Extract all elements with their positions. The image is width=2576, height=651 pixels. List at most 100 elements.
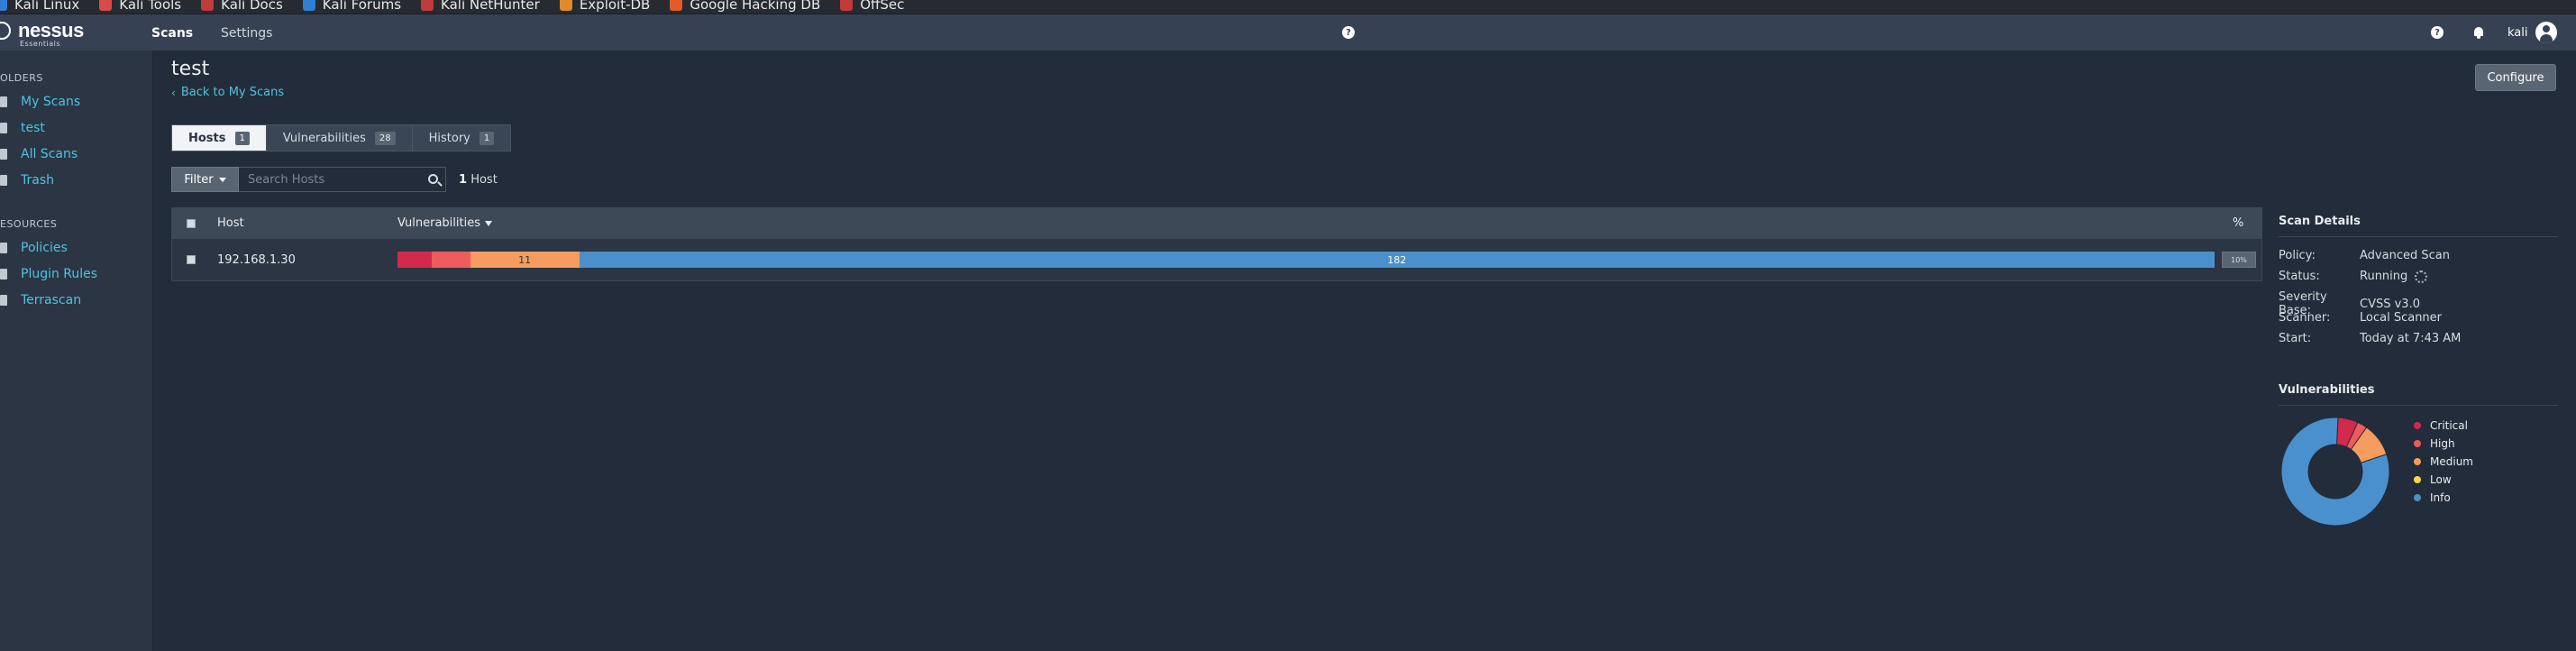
host-count-number: 1 (459, 172, 468, 187)
legend-item-low[interactable]: Low (2414, 471, 2473, 489)
nav-tab-scans[interactable]: Scans (151, 26, 193, 41)
bookmark-favicon-icon (840, 0, 854, 11)
logo-edition: Essentials (20, 40, 61, 48)
vulnerabilities-legend: Critical High Medium Low Info (2414, 417, 2473, 507)
column-header-vulnerabilities[interactable]: Vulnerabilities (397, 216, 492, 230)
tab-hosts[interactable]: Hosts 1 (171, 124, 267, 151)
sidebar-item-policies[interactable]: Policies (0, 239, 68, 257)
legend-label: Low (2430, 473, 2452, 486)
legend-item-critical[interactable]: Critical (2414, 417, 2473, 435)
tab-history[interactable]: History 1 (411, 124, 512, 151)
scan-detail-value-text: Advanced Scan (2360, 249, 2450, 262)
scan-detail-row: Start: Today at 7:43 AM (2279, 332, 2461, 345)
sidebar-item-test[interactable]: test (0, 119, 45, 137)
username[interactable]: kali (2507, 26, 2528, 40)
bookmark-favicon-icon (421, 0, 434, 11)
tab-count-badge: 1 (479, 131, 495, 145)
bookmark-item[interactable]: Kali NetHunter (421, 0, 540, 13)
scan-detail-key: Policy: (2279, 249, 2316, 262)
host-ip[interactable]: 192.168.1.30 (217, 253, 296, 267)
column-header-host[interactable]: Host (217, 216, 244, 230)
sidebar-item-trash[interactable]: Trash (0, 171, 54, 189)
logo-ring-icon (0, 22, 11, 40)
scan-detail-row: Policy: Advanced Scan (2279, 249, 2450, 262)
vulnerabilities-divider (2279, 405, 2558, 406)
scan-details-heading: Scan Details (2279, 215, 2361, 228)
bookmark-label: Kali Docs (221, 0, 283, 13)
legend-label: Medium (2430, 455, 2473, 468)
column-header-percent[interactable]: % (2233, 216, 2243, 230)
sort-desc-icon (484, 220, 492, 226)
sidebar-item-plugin-rules[interactable]: Plugin Rules (0, 265, 97, 283)
user-avatar-icon[interactable] (2535, 22, 2557, 43)
bookmark-favicon-icon (302, 0, 315, 11)
search-hosts-box[interactable] (239, 167, 446, 192)
notifications-bell-icon[interactable] (2472, 26, 2485, 39)
vulnerability-segment-info[interactable]: 182 (579, 252, 2215, 268)
scan-detail-value-text: Today at 7:43 AM (2360, 332, 2462, 345)
caret-down-icon (218, 177, 226, 182)
sidebar-item-my-scans[interactable]: My Scans (0, 93, 80, 111)
legend-item-medium[interactable]: Medium (2414, 453, 2473, 471)
vulnerabilities-donut-chart[interactable] (2279, 415, 2392, 528)
sidebar-item-terrascan[interactable]: Terrascan (0, 291, 81, 309)
back-to-my-scans-link[interactable]: ‹ Back to My Scans (171, 86, 284, 99)
running-spinner-icon (2415, 270, 2428, 283)
bookmark-favicon-icon (559, 0, 572, 11)
top-nav: nessus Essentials Scans Settings ? ? kal… (0, 14, 2576, 50)
tab-count-badge: 28 (374, 131, 396, 145)
vulnerability-segment-high[interactable] (432, 252, 470, 268)
search-hosts-input[interactable] (239, 172, 419, 187)
bookmark-label: Kali Forums (322, 0, 402, 13)
trash-icon (0, 175, 7, 186)
sidebar-item-label: My Scans (21, 95, 81, 109)
configure-button[interactable]: Configure (2475, 64, 2556, 91)
terrascan-icon (0, 295, 7, 306)
sidebar-item-label: All Scans (21, 147, 78, 161)
scan-detail-value-text: Local Scanner (2360, 311, 2443, 325)
bookmark-item[interactable]: Kali Linux (0, 0, 79, 13)
tab-label: Vulnerabilities (282, 131, 366, 145)
vulnerability-segment-medium[interactable]: 11 (470, 252, 580, 268)
vulnerability-segment-critical[interactable] (397, 252, 433, 268)
tab-vulnerabilities[interactable]: Vulnerabilities 28 (265, 124, 413, 151)
bookmark-favicon-icon (670, 0, 683, 11)
bookmark-item[interactable]: Kali Forums (302, 0, 402, 13)
scan-detail-key: Start: (2279, 332, 2312, 345)
bookmark-item[interactable]: Kali Docs (201, 0, 283, 13)
sidebar-item-label: Terrascan (21, 293, 82, 307)
scan-detail-value: Local Scanner (2360, 311, 2442, 325)
legend-label: High (2430, 437, 2455, 450)
folder-icon (0, 96, 7, 107)
bookmark-item[interactable]: Google Hacking DB (670, 0, 820, 13)
sidebar-item-label: Plugin Rules (21, 267, 98, 281)
help-icon-button[interactable]: ? (2431, 26, 2444, 39)
legend-item-high[interactable]: High (2414, 435, 2473, 453)
legend-label: Critical (2430, 419, 2468, 432)
select-all-checkbox[interactable] (187, 219, 196, 228)
row-checkbox[interactable] (187, 255, 196, 264)
nav-tab-settings[interactable]: Settings (221, 26, 272, 41)
scan-tabs: Hosts 1 Vulnerabilities 28 History 1 (171, 124, 512, 151)
search-icon[interactable] (428, 174, 438, 184)
sidebar-folders-heading: OLDERS (0, 72, 43, 84)
sidebar-item-label: test (21, 121, 45, 135)
sidebar-resources-heading: ESOURCES (0, 218, 58, 230)
legend-item-info[interactable]: Info (2414, 489, 2473, 507)
sidebar-item-all-scans[interactable]: All Scans (0, 145, 78, 163)
bookmark-favicon-icon (0, 0, 7, 11)
scan-detail-key: Scanner: (2279, 311, 2331, 325)
scan-detail-row: Scanner: Local Scanner (2279, 311, 2442, 325)
bookmark-item[interactable]: Kali Tools (99, 0, 181, 13)
table-row[interactable]: 192.168.1.30 11 182 10% (172, 239, 2261, 280)
bookmark-item[interactable]: OffSec (840, 0, 904, 13)
vulnerability-bar[interactable]: 11 182 (397, 252, 2215, 268)
legend-dot-icon (2414, 422, 2421, 429)
filter-button[interactable]: Filter (171, 167, 239, 192)
table-header: Host Vulnerabilities % (172, 208, 2261, 239)
nessus-logo[interactable]: nessus Essentials (0, 19, 90, 48)
bookmark-label: Kali Tools (119, 0, 182, 13)
scan-detail-value: Today at 7:43 AM (2360, 332, 2461, 345)
help-icon[interactable]: ? (1342, 26, 1355, 39)
bookmark-item[interactable]: Exploit-DB (559, 0, 650, 13)
